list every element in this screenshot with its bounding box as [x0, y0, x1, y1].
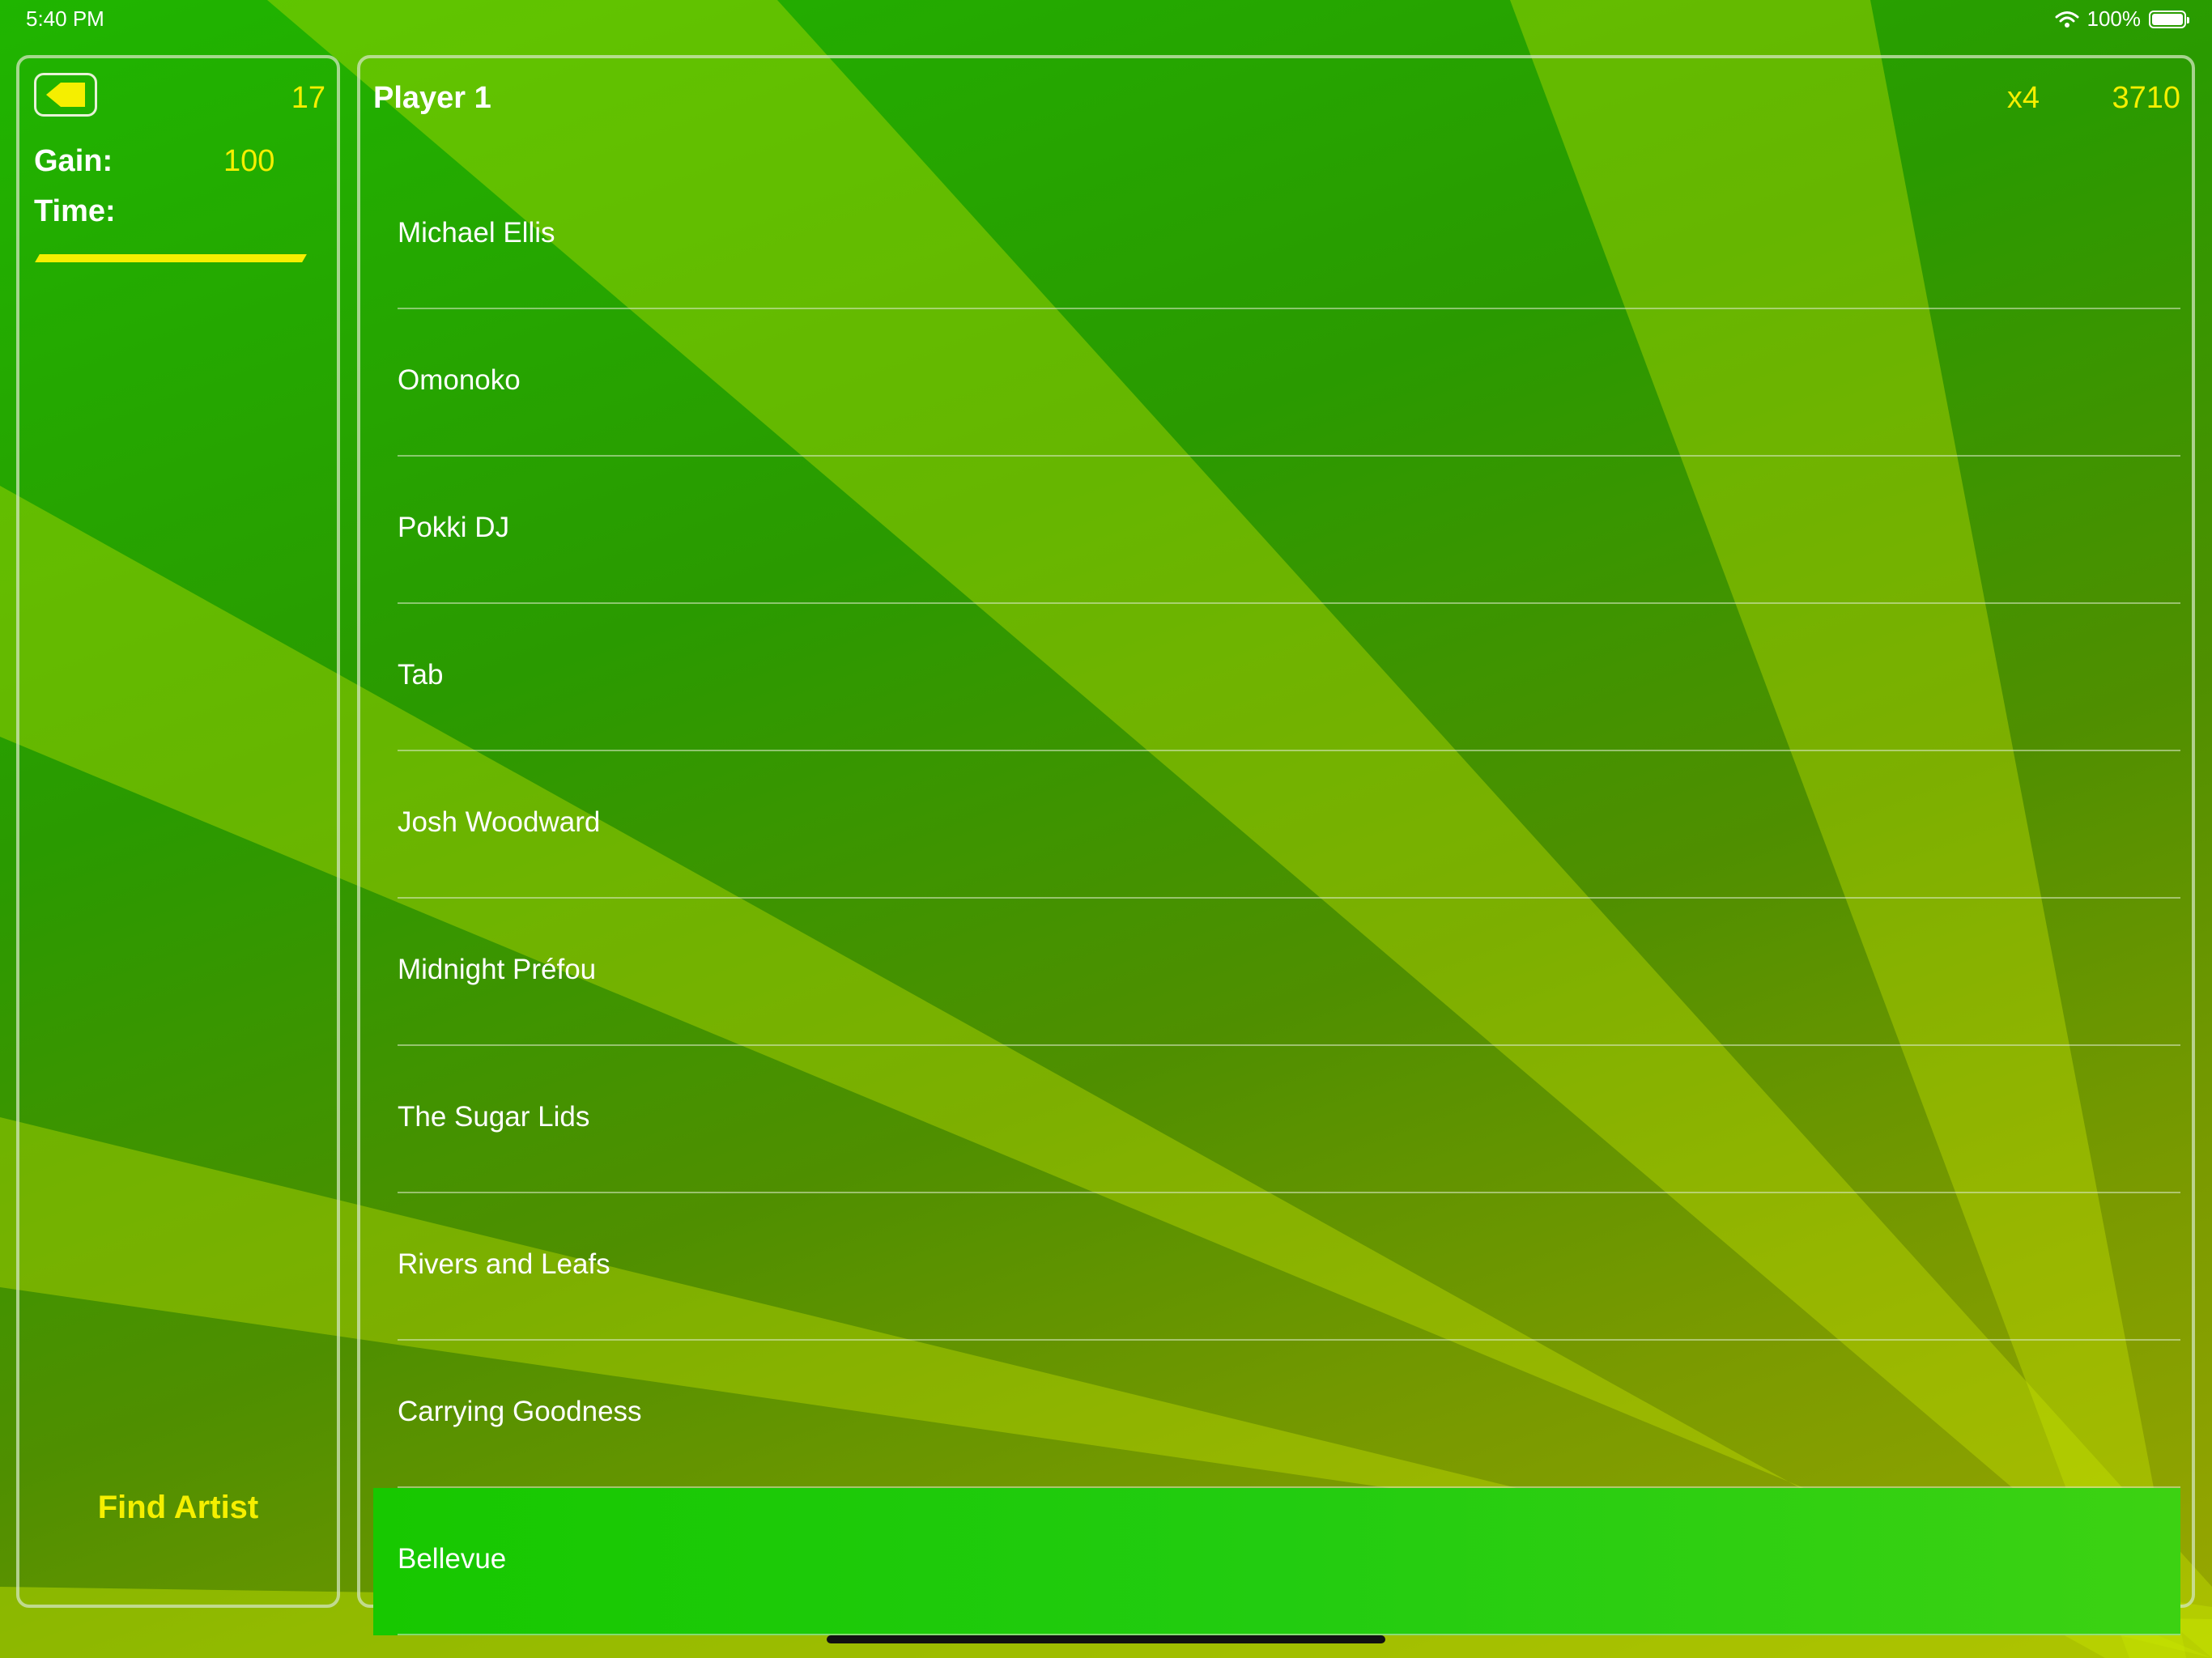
status-indicators: 100% [2055, 6, 2189, 32]
artist-name: Rivers and Leafs [398, 1248, 610, 1280]
find-artist-button[interactable]: Find Artist [19, 1490, 337, 1526]
artist-row[interactable]: The Sugar Lids [373, 1046, 2180, 1193]
game-screen: 5:40 PM 100% 17 Gain: 100 Time: Find Art… [0, 0, 2212, 1658]
gain-label: Gain: [34, 144, 113, 178]
artist-name: Tab [398, 659, 444, 691]
artist-name: Carrying Goodness [398, 1396, 642, 1427]
status-time: 5:40 PM [26, 6, 104, 31]
time-progress-fill [35, 254, 307, 262]
battery-percent: 100% [2087, 6, 2142, 31]
artist-row[interactable]: Omonoko [373, 309, 2180, 457]
gain-value: 100 [223, 144, 275, 178]
artist-row[interactable]: Rivers and Leafs [373, 1193, 2180, 1341]
artist-name: Bellevue [398, 1543, 507, 1575]
artist-row[interactable]: Josh Woodward [373, 751, 2180, 899]
time-progress-bar [35, 254, 307, 262]
main-panel: Player 1 x4 3710 Michael Ellis Omonoko Pok… [357, 55, 2195, 1635]
sidebar-panel: 17 Gain: 100 Time: Find Artist [16, 55, 340, 1608]
artist-row[interactable]: Tab [373, 604, 2180, 751]
artist-name: Pokki DJ [398, 512, 510, 543]
player-name: Player 1 [373, 81, 491, 115]
artist-name: The Sugar Lids [398, 1101, 590, 1133]
back-button[interactable] [34, 73, 97, 117]
artist-name: Michael Ellis [398, 217, 555, 249]
level-count: 17 [291, 81, 325, 115]
wifi-icon [2055, 11, 2078, 28]
battery-icon [2149, 10, 2189, 28]
artist-list: Michael Ellis Omonoko Pokki DJ Tab Josh Wood… [373, 162, 2180, 1635]
artist-row[interactable]: Carrying Goodness [373, 1341, 2180, 1488]
artist-row[interactable]: Michael Ellis [373, 162, 2180, 309]
artist-name: Omonoko [398, 364, 521, 396]
artist-row[interactable]: Midnight Préfou [373, 899, 2180, 1046]
score-multiplier: x4 [2006, 81, 2040, 115]
artist-name: Midnight Préfou [398, 954, 597, 985]
artist-name: Josh Woodward [398, 806, 601, 838]
back-arrow-icon [46, 83, 85, 107]
artist-row[interactable]: Pokki DJ [373, 457, 2180, 604]
artist-row[interactable]: Bellevue [373, 1488, 2180, 1635]
score: 3710 [2112, 81, 2180, 115]
time-label: Time: [34, 194, 116, 228]
home-indicator[interactable] [827, 1635, 1385, 1643]
